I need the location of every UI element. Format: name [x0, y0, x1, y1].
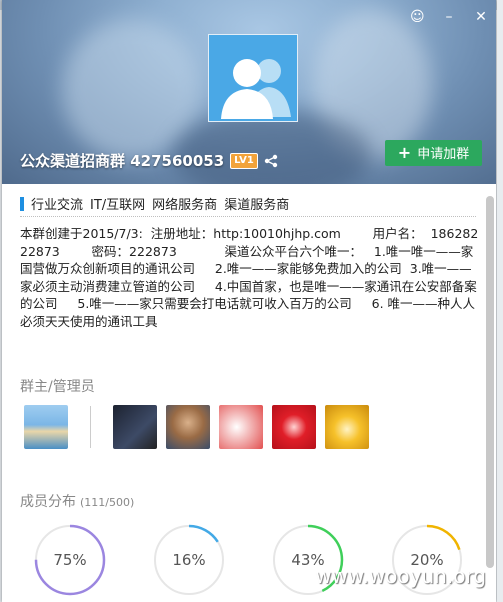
group-tags: 行业交流 IT/互联网 网络服务商 渠道服务商 [20, 194, 289, 213]
group-info-panel: 行业交流 IT/互联网 网络服务商 渠道服务商 本群创建于2015/7/3: 注… [2, 184, 496, 602]
divider [20, 216, 476, 217]
minimize-icon[interactable]: – [442, 10, 456, 24]
group-header: ☺ – ✕ 公众渠道招商群 427560053 LV1 + 申请加群 [2, 0, 496, 184]
member-distribution-label: 成员分布 [20, 494, 76, 510]
admin-avatar[interactable] [219, 405, 263, 449]
admin-avatar[interactable] [325, 405, 369, 449]
tag-marker [20, 196, 24, 211]
distribution-ring: 16% [151, 522, 227, 598]
member-count: (111/500) [80, 496, 135, 509]
distribution-ring-value: 16% [172, 551, 206, 569]
window-controls: ☺ – ✕ [410, 10, 488, 24]
skin-icon[interactable]: ☺ [410, 10, 425, 24]
share-icon[interactable] [264, 154, 278, 168]
group-description: 本群创建于2015/7/3: 注册地址：http:10010hjhp.com 用… [20, 226, 479, 329]
admins-list [24, 405, 378, 449]
join-group-button[interactable]: + 申请加群 [385, 140, 482, 166]
watermark: www.wooyun.org [315, 564, 486, 588]
admin-divider [90, 406, 91, 448]
owner-avatar[interactable] [24, 405, 68, 449]
tag-item: 渠道服务商 [224, 198, 290, 213]
admin-avatar[interactable] [272, 405, 316, 449]
plus-icon: + [397, 143, 412, 162]
tag-item: 行业交流 [31, 198, 84, 213]
level-badge: LV1 [230, 152, 258, 169]
member-distribution-title: 成员分布 (111/500) [20, 491, 134, 511]
background-window-edge [497, 0, 503, 602]
tag-item: IT/互联网 [90, 198, 146, 213]
group-avatar [208, 34, 298, 122]
scrollbar-thumb[interactable] [486, 196, 494, 568]
group-name: 公众渠道招商群 427560053 [20, 152, 225, 170]
close-icon[interactable]: ✕ [474, 10, 488, 24]
group-title: 公众渠道招商群 427560053 LV1 [20, 150, 278, 171]
distribution-ring: 75% [32, 522, 108, 598]
group-avatar-icon [209, 35, 297, 121]
admins-title: 群主/管理员 [20, 379, 95, 395]
admin-avatar[interactable] [166, 405, 210, 449]
tag-item: 网络服务商 [152, 198, 218, 213]
distribution-ring-value: 75% [53, 551, 87, 569]
group-profile-window: ☺ – ✕ 公众渠道招商群 427560053 LV1 + 申请加群 行业交流 … [2, 0, 496, 602]
admin-avatar[interactable] [113, 405, 157, 449]
join-group-label: 申请加群 [417, 147, 470, 162]
